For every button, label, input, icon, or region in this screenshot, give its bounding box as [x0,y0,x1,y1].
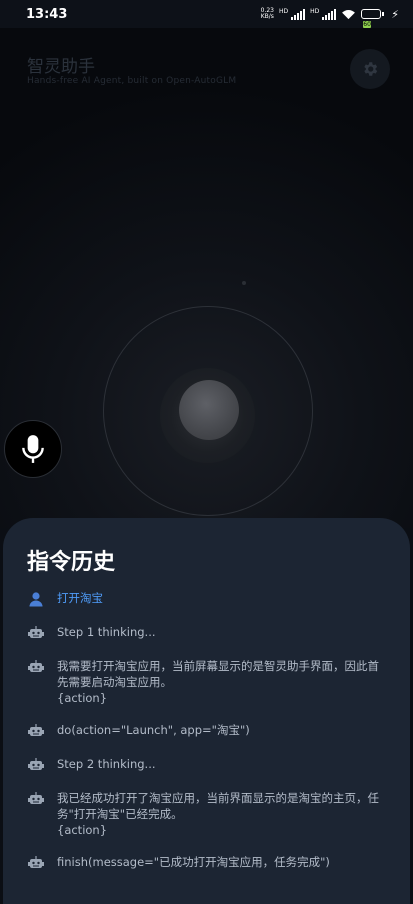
status-time: 13:43 [26,6,68,22]
history-item-agent: Step 1 thinking... [27,624,386,642]
microphone-icon [22,435,44,463]
robot-icon [27,624,45,642]
history-item-text: 我需要打开淘宝应用，当前屏幕显示的是智灵助手界面，因此首先需要启动淘宝应用。 {… [57,659,379,705]
history-item-agent: Step 2 thinking... [27,756,386,774]
robot-icon [27,722,45,740]
history-item-agent: finish(message="已成功打开淘宝应用，任务完成") [27,854,386,872]
history-item-text: 我已经成功打开了淘宝应用，当前界面显示的是淘宝的主页，任务"打开淘宝"已经完成。… [57,791,379,837]
app-title: 智灵助手 [27,57,95,77]
signal-hd-label-2: HD [310,7,320,15]
history-item-user: 打开淘宝 [27,590,386,608]
battery-icon: 60 [361,9,385,28]
microphone-button[interactable] [4,420,62,478]
user-icon [27,590,45,608]
decor-dot [242,281,246,285]
app-subtitle: Hands-free AI Agent, built on Open-AutoG… [27,76,237,86]
history-item-agent: do(action="Launch", app="淘宝") [27,722,386,740]
wifi-icon [342,9,356,19]
signal-icon-2 [322,8,337,20]
voice-panel: 智灵助手 Hands-free AI Agent, built on Open-… [0,28,413,528]
history-item-text: 打开淘宝 [57,591,103,605]
robot-icon [27,658,45,676]
history-item-text: do(action="Launch", app="淘宝") [57,723,250,737]
status-icons: 0.23 KB/s HD HD 60 ⚡ [260,7,399,28]
gear-icon [364,62,378,76]
robot-icon [27,854,45,872]
signal-icon [291,8,306,20]
history-item-text: Step 2 thinking... [57,757,156,771]
history-item-text: finish(message="已成功打开淘宝应用，任务完成") [57,855,330,869]
history-item-text: Step 1 thinking... [57,625,156,639]
history-item-agent: 我已经成功打开了淘宝应用，当前界面显示的是淘宝的主页，任务"打开淘宝"已经完成。… [27,790,386,838]
network-speed: 0.23 KB/s [260,7,274,20]
battery-level: 60 [363,21,371,28]
signal-hd-label-1: HD [278,7,289,15]
robot-icon [27,790,45,808]
status-bar: 13:43 0.23 KB/s HD HD 60 ⚡ [0,0,413,28]
charging-icon: ⚡ [391,7,399,21]
history-item-agent: 我需要打开淘宝应用，当前屏幕显示的是智灵助手界面，因此首先需要启动淘宝应用。 {… [27,658,386,706]
robot-icon [27,756,45,774]
settings-button[interactable] [350,49,390,89]
voice-orb[interactable] [179,380,239,440]
command-history-sheet[interactable]: 指令历史 打开淘宝 Step 1 thinking... 我需要打开淘宝应用，当… [3,518,410,904]
history-title: 指令历史 [27,550,116,575]
